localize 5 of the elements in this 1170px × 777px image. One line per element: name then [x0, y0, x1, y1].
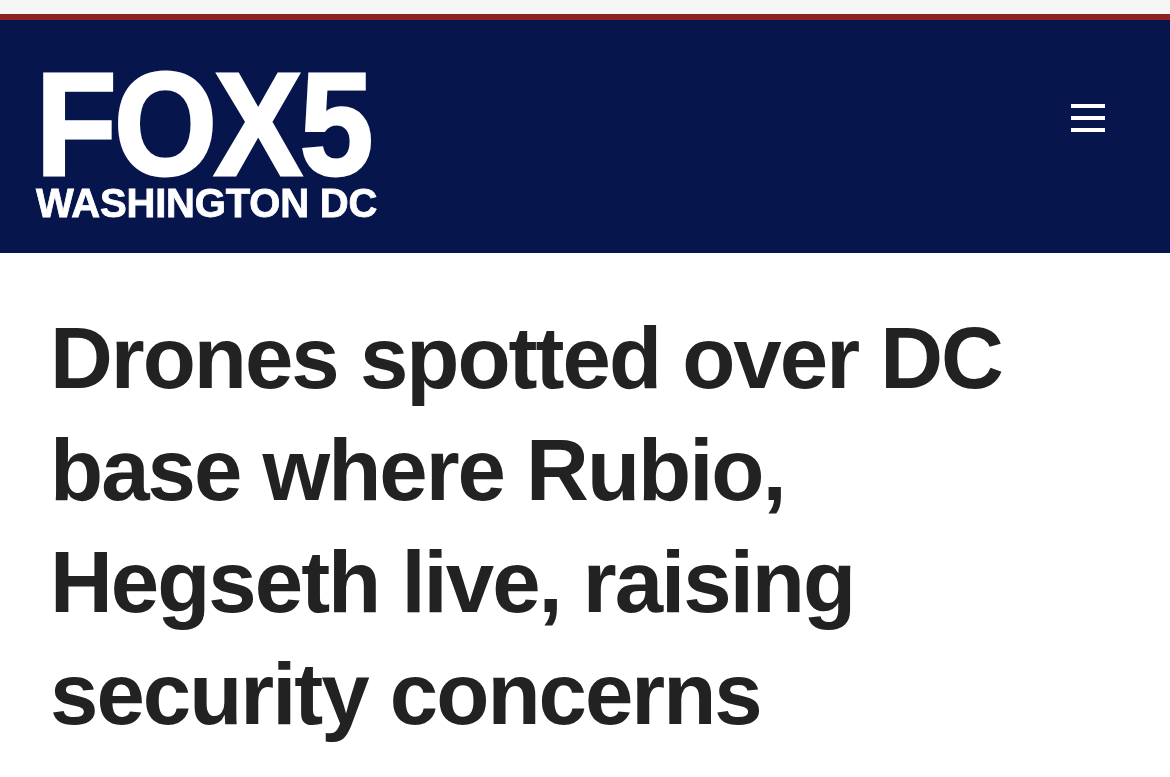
logo-tagline[interactable]: WASHINGTON DC [34, 183, 380, 223]
menu-icon [1070, 103, 1106, 133]
menu-button[interactable] [1070, 102, 1106, 134]
article-headline: Drones spotted over DC base where Rubio, Hegseth live, raising security concerns [50, 308, 1003, 744]
logo-wordmark[interactable]: FOX5 [34, 68, 375, 180]
